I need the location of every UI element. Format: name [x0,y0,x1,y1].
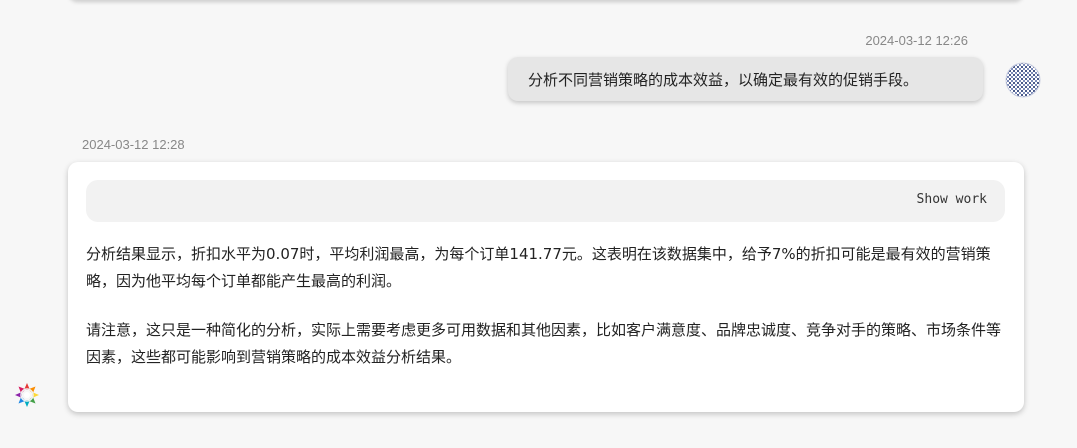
show-work-label: Show work [916,192,987,207]
assistant-message-card: Show work 分析结果显示，折扣水平为0.07时，平均利润最高，为每个订单… [68,162,1024,412]
user-message-timestamp: 2024-03-12 12:26 [865,33,968,48]
assistant-message-body: 分析结果显示，折扣水平为0.07时，平均利润最高，为每个订单141.77元。这表… [86,241,1008,393]
assistant-logo-icon [15,383,39,407]
assistant-paragraph-1: 分析结果显示，折扣水平为0.07时，平均利润最高，为每个订单141.77元。这表… [86,245,991,290]
user-avatar-icon[interactable] [1005,62,1041,98]
chat-page: 2024-03-12 12:26 分析不同营销策略的成本效益，以确定最有效的促销… [0,0,1077,448]
assistant-message-timestamp: 2024-03-12 12:28 [82,137,185,152]
user-message-text: 分析不同营销策略的成本效益，以确定最有效的促销手段。 [528,70,919,89]
user-message-bubble: 分析不同营销策略的成本效益，以确定最有效的促销手段。 [508,57,983,101]
show-work-toggle[interactable]: Show work [86,180,1005,222]
assistant-paragraph-2: 请注意，这只是一种简化的分析，实际上需要考虑更多可用数据和其他因素，比如客户满意… [86,321,1002,366]
